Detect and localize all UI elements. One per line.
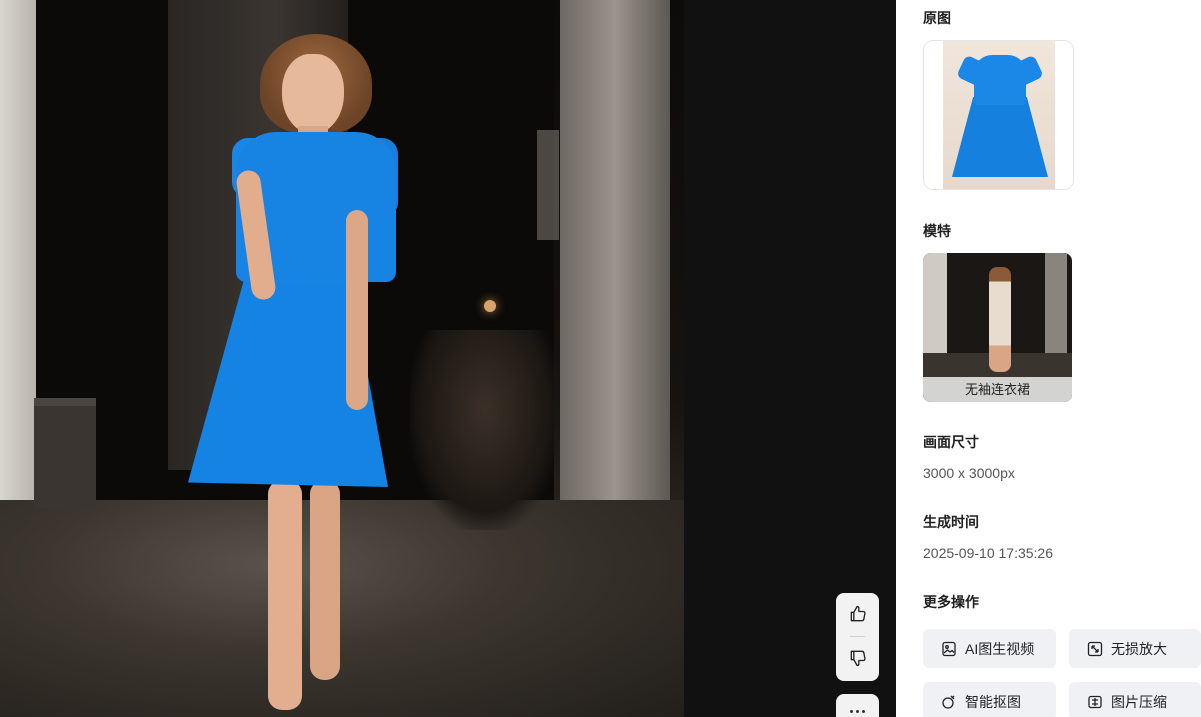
compress-label: 图片压缩 — [1111, 693, 1167, 710]
lossless-upscale-button[interactable]: 无损放大 — [1069, 629, 1201, 668]
model-face — [282, 54, 344, 134]
model-leg — [268, 480, 302, 710]
canvas-size-title: 画面尺寸 — [923, 434, 979, 450]
generated-image[interactable] — [0, 0, 684, 717]
thumbs-up-icon — [850, 605, 866, 622]
feedback-widget — [836, 593, 879, 681]
model-thumbnail[interactable]: 无袖连衣裙 — [923, 253, 1072, 402]
original-image-title: 原图 — [923, 10, 951, 26]
canvas-size-value: 3000 x 3000px — [923, 465, 1015, 481]
upscale-label: 无损放大 — [1111, 640, 1167, 657]
model-title: 模特 — [923, 223, 951, 239]
original-image-thumbnail[interactable] — [923, 40, 1074, 190]
photo-pillar — [560, 0, 670, 545]
dislike-button[interactable] — [836, 637, 879, 679]
cutout-label: 智能抠图 — [965, 693, 1021, 710]
model-arm — [346, 210, 368, 410]
upscale-icon — [1087, 641, 1103, 656]
model-figure — [186, 30, 416, 717]
like-button[interactable] — [836, 593, 879, 635]
image-to-video-button[interactable]: AI图生视频 — [923, 629, 1056, 668]
photo-audience — [410, 330, 560, 530]
thumbs-down-icon — [850, 650, 866, 667]
more-options-button[interactable] — [836, 694, 879, 717]
image-to-video-label: AI图生视频 — [965, 640, 1035, 657]
generated-time-title: 生成时间 — [923, 514, 979, 530]
info-panel: 原图 模特 无袖连衣裙 画面尺寸 3000 x 3000px 生成时间 2025… — [896, 0, 1201, 717]
smart-cutout-button[interactable]: 智能抠图 — [923, 682, 1056, 717]
compress-icon — [1088, 695, 1102, 708]
generated-time-value: 2025-09-10 17:35:26 — [923, 545, 1053, 561]
image-to-video-icon — [942, 641, 956, 656]
photo-light — [484, 300, 496, 312]
cutout-icon — [942, 695, 955, 709]
more-actions-title: 更多操作 — [923, 594, 979, 610]
image-preview-area — [0, 0, 896, 717]
model-leg — [310, 480, 340, 680]
more-dots-icon — [850, 710, 853, 713]
image-compress-button[interactable]: 图片压缩 — [1069, 682, 1201, 717]
model-name-caption: 无袖连衣裙 — [923, 377, 1072, 402]
photo-bench — [34, 398, 96, 508]
photo-wall — [0, 0, 36, 585]
photo-detail — [537, 130, 559, 240]
